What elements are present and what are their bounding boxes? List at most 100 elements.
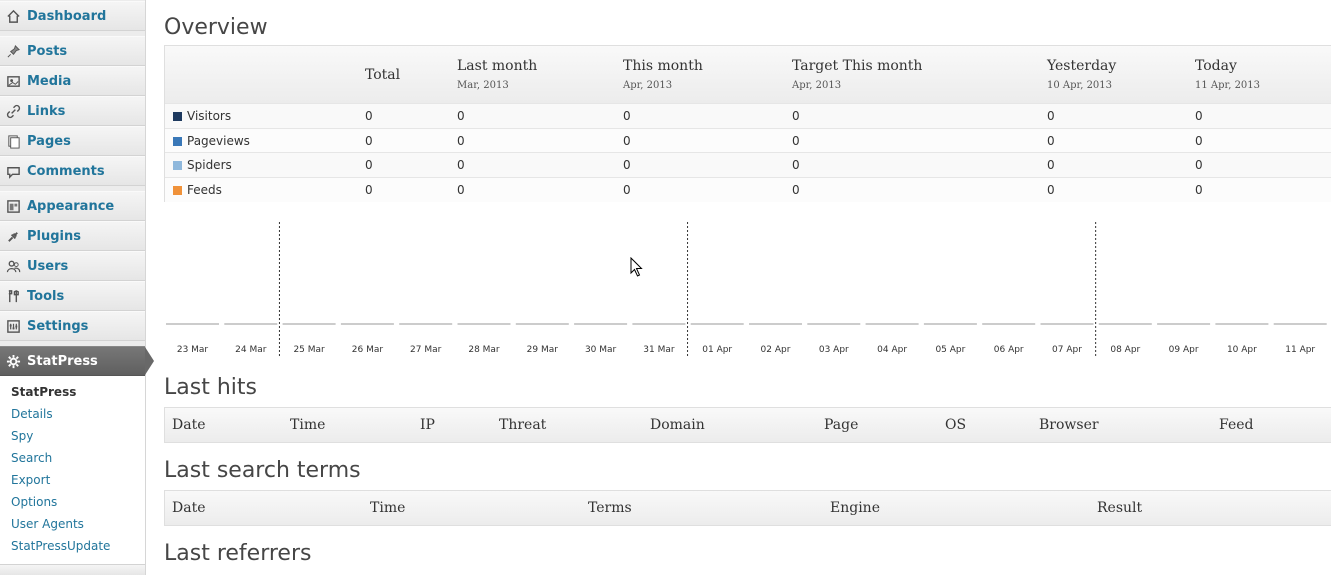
overview-cell: 0 <box>792 182 800 197</box>
last-hits-col-time: Time <box>290 417 326 433</box>
submenu-item-user-agents[interactable]: User Agents <box>11 516 84 532</box>
overview-cell: 0 <box>1195 158 1203 172</box>
search-col-time: Time <box>370 500 406 516</box>
overview-cell: 0 <box>365 133 373 148</box>
dashboard-icon <box>5 8 21 24</box>
appearance-icon <box>5 198 21 214</box>
legend-swatch-visitors <box>173 112 182 121</box>
sidebar-item-settings[interactable]: Settings <box>0 311 145 341</box>
chart-tick-label: 28 Mar <box>468 345 500 355</box>
overview-title: Overview <box>164 15 268 40</box>
submenu-item-statpress[interactable]: StatPress <box>11 384 76 400</box>
users-icon <box>5 258 21 274</box>
last-search-terms-title: Last search terms <box>164 458 361 483</box>
chart-tick-label: 02 Apr <box>761 345 791 355</box>
settings-icon <box>5 318 21 334</box>
overview-cell: 0 <box>457 182 465 197</box>
sidebar-item-media[interactable]: Media <box>0 66 145 96</box>
overview-cell: 0 <box>792 133 800 148</box>
chart-tick-label: 03 Apr <box>819 345 849 355</box>
search-col-result: Result <box>1097 500 1143 516</box>
sidebar-item-comments[interactable]: Comments <box>0 156 145 186</box>
chart-tick-label: 30 Mar <box>585 345 617 355</box>
chart-tick-label: 11 Apr <box>1285 345 1315 355</box>
column-target-this-month: Target This month <box>792 58 923 74</box>
overview-cell: 0 <box>623 133 631 148</box>
pin-icon <box>5 43 21 59</box>
sidebar-item-appearance[interactable]: Appearance <box>0 191 145 221</box>
overview-cell: 0 <box>365 109 373 123</box>
overview-cell: 0 <box>1047 109 1055 123</box>
overview-row-label: Feeds <box>187 182 222 197</box>
main-content: Overview Total Last month Mar, 2013 This… <box>146 0 1331 575</box>
submenu-item-details[interactable]: Details <box>11 406 53 422</box>
overview-cell: 0 <box>1047 182 1055 197</box>
last-hits-col-ip: IP <box>420 417 435 433</box>
chart-tick-label: 07 Apr <box>1052 345 1082 355</box>
overview-table: Total Last month Mar, 2013 This month Ap… <box>164 45 1331 202</box>
sidebar-item-posts[interactable]: Posts <box>0 36 145 66</box>
overview-row-label: Visitors <box>187 109 232 123</box>
chart-tick-label: 01 Apr <box>702 345 732 355</box>
sidebar-item-pages[interactable]: Pages <box>0 126 145 156</box>
sidebar-item-statpress[interactable]: StatPress <box>0 346 154 376</box>
chart-tick-label: 09 Apr <box>1169 345 1199 355</box>
overview-cell: 0 <box>623 158 631 172</box>
column-yesterday: Yesterday <box>1047 58 1117 74</box>
overview-cell: 0 <box>1195 182 1203 197</box>
chart-tick-label: 05 Apr <box>935 345 965 355</box>
overview-row-visitors: Visitors 0 0 0 0 0 0 <box>165 103 1331 128</box>
overview-cell: 0 <box>457 133 465 148</box>
column-total: Total <box>365 67 401 83</box>
chart-tick-label: 10 Apr <box>1227 345 1257 355</box>
sidebar-item-label: Links <box>27 103 66 119</box>
submenu-item-statpressupdate[interactable]: StatPressUpdate <box>11 538 110 554</box>
overview-table-header: Total Last month Mar, 2013 This month Ap… <box>165 46 1331 104</box>
tools-icon <box>5 288 21 304</box>
last-hits-col-threat: Threat <box>499 417 547 433</box>
overview-row-spiders: Spiders 0 0 0 0 0 0 <box>165 152 1331 177</box>
column-target-this-month-date: Apr, 2013 <box>792 80 842 91</box>
column-this-month-date: Apr, 2013 <box>623 80 673 91</box>
submenu-item-export[interactable]: Export <box>11 472 50 488</box>
sidebar-item-dashboard[interactable]: Dashboard <box>0 1 145 31</box>
submenu-item-spy[interactable]: Spy <box>11 428 33 444</box>
sidebar-item-label: Comments <box>27 163 105 179</box>
legend-swatch-feeds <box>173 185 182 195</box>
sidebar-item-label: StatPress <box>27 353 98 369</box>
column-yesterday-date: 10 Apr, 2013 <box>1047 80 1113 91</box>
overview-cell: 0 <box>1195 109 1203 123</box>
last-hits-col-domain: Domain <box>650 417 705 433</box>
sidebar-item-label: Settings <box>27 318 89 334</box>
sidebar-collapse-area <box>0 565 145 575</box>
last-hits-col-os: OS <box>945 417 967 433</box>
last-referrers-title: Last referrers <box>164 541 312 566</box>
chart-tick-label: 25 Mar <box>293 345 325 355</box>
chart-svg: 23 Mar 24 Mar 25 Mar 26 Mar 27 Mar 28 Mar 29 M… <box>166 222 1327 358</box>
last-hits-title: Last hits <box>164 375 257 400</box>
submenu-item-search[interactable]: Search <box>11 450 52 466</box>
legend-swatch-spiders <box>173 161 182 170</box>
submenu-item-options[interactable]: Options <box>11 494 57 510</box>
chart-tick-label: 26 Mar <box>352 345 384 355</box>
overview-cell: 0 <box>623 182 631 197</box>
overview-cell: 0 <box>457 158 465 172</box>
link-icon <box>5 103 21 119</box>
column-last-month: Last month <box>457 58 538 74</box>
sidebar-item-tools[interactable]: Tools <box>0 281 145 311</box>
search-col-engine: Engine <box>830 500 880 516</box>
gear-icon <box>5 353 21 369</box>
daily-visits-chart: 23 Mar 24 Mar 25 Mar 26 Mar 27 Mar 28 Mar 29 M… <box>164 218 1331 363</box>
overview-cell: 0 <box>792 109 800 123</box>
column-this-month: This month <box>623 58 703 74</box>
legend-swatch-pageviews <box>173 136 182 146</box>
overview-cell: 0 <box>365 182 373 197</box>
sidebar-item-users[interactable]: Users <box>0 251 145 281</box>
overview-cell: 0 <box>623 109 631 123</box>
sidebar-item-label: Posts <box>27 43 68 59</box>
overview-cell: 0 <box>792 158 800 172</box>
last-hits-col-browser: Browser <box>1039 417 1099 433</box>
sidebar-item-label: Pages <box>27 133 71 149</box>
sidebar-item-links[interactable]: Links <box>0 96 145 126</box>
sidebar-item-plugins[interactable]: Plugins <box>0 221 145 251</box>
